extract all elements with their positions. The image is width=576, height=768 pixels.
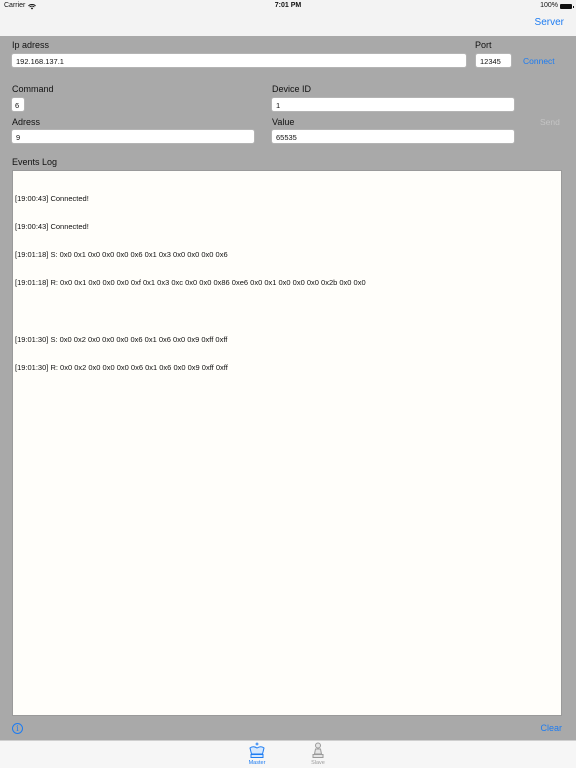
- battery-percent: 100%: [540, 2, 558, 9]
- info-icon[interactable]: i: [12, 723, 23, 734]
- tab-master[interactable]: Master: [237, 742, 277, 766]
- battery-icon: [560, 3, 574, 9]
- command-label: Command: [12, 84, 54, 94]
- clear-button[interactable]: Clear: [540, 723, 562, 733]
- clock: 7:01 PM: [274, 2, 302, 9]
- battery-group: 100%: [540, 0, 574, 12]
- address-label: Adress: [12, 117, 41, 127]
- pawn-icon: [298, 742, 338, 759]
- ip-address-label: Ip adress: [12, 40, 50, 50]
- king-icon: [237, 742, 277, 759]
- tab-master-label: Master: [248, 760, 266, 766]
- log-line: [19:01:30] S: 0x0 0x2 0x0 0x0 0x0 0x6 0x…: [15, 334, 228, 344]
- log-line: [19:01:30] R: 0x0 0x2 0x0 0x0 0x0 0x6 0x…: [15, 363, 228, 373]
- status-bar: Carrier 7:01 PM 100%: [0, 0, 576, 12]
- tab-slave[interactable]: Slave: [298, 742, 338, 766]
- events-log-title: Events Log: [12, 157, 58, 167]
- address-field[interactable]: 9: [11, 129, 255, 144]
- navigation-bar: Server: [0, 12, 576, 36]
- log-line: [19:00:43] Connected!: [15, 193, 89, 203]
- server-button[interactable]: Server: [535, 17, 564, 28]
- value-label: Value: [272, 117, 295, 127]
- log-line: [19:01:18] S: 0x0 0x1 0x0 0x0 0x0 0x6 0x…: [15, 250, 228, 260]
- port-field[interactable]: 12345: [475, 53, 512, 68]
- send-button[interactable]: Send: [540, 117, 560, 127]
- tab-bar: Master Slave: [0, 740, 576, 768]
- events-log[interactable]: [19:00:43] Connected! [19:00:43] Connect…: [12, 170, 562, 716]
- connect-button[interactable]: Connect: [523, 56, 555, 66]
- device-id-field[interactable]: 1: [271, 97, 515, 112]
- ip-address-field[interactable]: 192.168.137.1: [11, 53, 467, 68]
- port-label: Port: [475, 40, 492, 50]
- log-line: [19:01:18] R: 0x0 0x1 0x0 0x0 0x0 0xf 0x…: [15, 278, 366, 288]
- log-line: [19:00:43] Connected!: [15, 222, 89, 232]
- tab-slave-label: Slave: [311, 760, 325, 766]
- device-id-label: Device ID: [272, 84, 312, 94]
- command-field[interactable]: 6: [11, 97, 25, 112]
- value-field[interactable]: 65535: [271, 129, 515, 144]
